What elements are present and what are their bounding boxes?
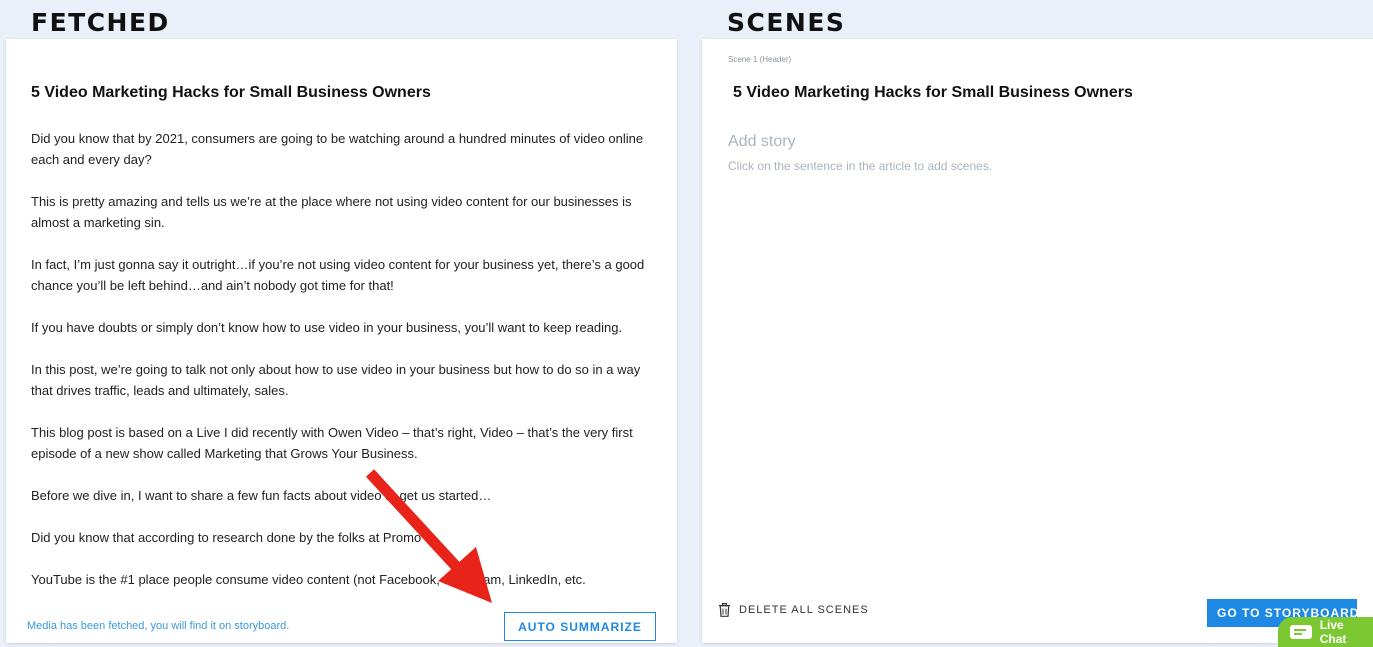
article-sentence[interactable]: YouTube is the #1 place people consume v… (31, 569, 656, 590)
fetched-panel: 5 Video Marketing Hacks for Small Busine… (6, 39, 677, 643)
article-sentence[interactable]: This blog post is based on a Live I did … (31, 422, 656, 464)
article-sentence[interactable]: Did you know that according to research … (31, 527, 656, 548)
add-story-input[interactable]: Add story (728, 133, 796, 151)
live-chat-button[interactable]: Live Chat (1278, 617, 1373, 647)
article-sentence[interactable]: In this post, we’re going to talk not on… (31, 359, 656, 401)
article-body: Did you know that by 2021, consumers are… (31, 128, 656, 598)
delete-all-scenes-button[interactable]: DELETE ALL SCENES (718, 603, 869, 617)
article-sentence[interactable]: In fact, I’m just gonna say it outright…… (31, 254, 656, 296)
article-sentence[interactable]: This is pretty amazing and tells us we’r… (31, 191, 656, 233)
trash-icon (719, 603, 730, 617)
article-sentence[interactable]: Before we dive in, I want to share a few… (31, 485, 656, 506)
article-title[interactable]: 5 Video Marketing Hacks for Small Busine… (31, 84, 431, 102)
article-sentence[interactable]: If you have doubts or simply don’t know … (31, 317, 656, 338)
scenes-panel: Scene 1 (Header) 5 Video Marketing Hacks… (702, 39, 1373, 643)
article-sentence[interactable]: Did you know that by 2021, consumers are… (31, 128, 656, 170)
scenes-title: SCENES (727, 8, 846, 37)
auto-summarize-button[interactable]: AUTO SUMMARIZE (504, 612, 656, 641)
add-story-hint: Click on the sentence in the article to … (728, 159, 993, 173)
chat-icon (1290, 625, 1312, 639)
scene-header[interactable]: 5 Video Marketing Hacks for Small Busine… (733, 84, 1133, 102)
live-chat-label: Live Chat (1319, 618, 1347, 646)
scene-label: Scene 1 (Header) (728, 55, 792, 64)
delete-all-label: DELETE ALL SCENES (739, 604, 869, 616)
fetched-status: Media has been fetched, you will find it… (27, 620, 290, 632)
fetched-title: FETCHED (31, 8, 170, 37)
